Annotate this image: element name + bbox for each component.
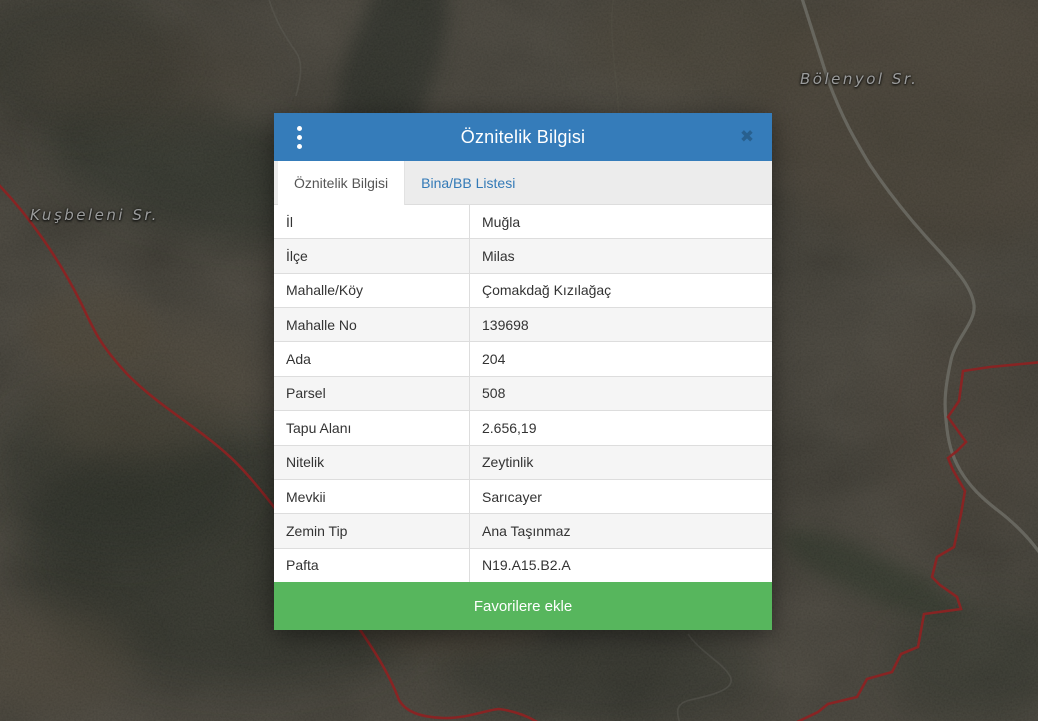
row-label: Ada — [274, 342, 470, 375]
row-value: Sarıcayer — [470, 489, 772, 505]
row-value: Ana Taşınmaz — [470, 523, 772, 539]
row-label: İl — [274, 205, 470, 238]
table-row-parsel: Parsel 508 — [274, 377, 772, 411]
road-label-bolenyol: Bölenyol Sr. — [800, 70, 918, 88]
modal-header: Öznitelik Bilgisi ✖ — [274, 113, 772, 161]
table-row-nitelik: Nitelik Zeytinlik — [274, 446, 772, 480]
row-value: N19.A15.B2.A — [470, 557, 772, 573]
app-stage: Bölenyol Sr. Kuşbeleni Sr. Öznitelik Bil… — [0, 0, 1038, 721]
row-label: İlçe — [274, 239, 470, 272]
table-row-mevkii: Mevkii Sarıcayer — [274, 480, 772, 514]
row-value: Milas — [470, 248, 772, 264]
kebab-menu-icon[interactable] — [286, 113, 312, 161]
row-value: Zeytinlik — [470, 454, 772, 470]
modal-title: Öznitelik Bilgisi — [461, 127, 585, 148]
add-to-favorites-button[interactable]: Favorilere ekle — [274, 582, 772, 630]
row-label: Parsel — [274, 377, 470, 410]
row-label: Pafta — [274, 549, 470, 582]
tab-bina-bb-listesi[interactable]: Bina/BB Listesi — [405, 161, 531, 204]
row-value: 508 — [470, 385, 772, 401]
table-row-tapu-alani: Tapu Alanı 2.656,19 — [274, 411, 772, 445]
road-label-kusbeleni: Kuşbeleni Sr. — [30, 206, 159, 224]
table-row-zemin-tip: Zemin Tip Ana Taşınmaz — [274, 514, 772, 548]
row-label: Mevkii — [274, 480, 470, 513]
table-row-pafta: Pafta N19.A15.B2.A — [274, 549, 772, 582]
table-row-mahalle-koy: Mahalle/Köy Çomakdağ Kızılağaç — [274, 274, 772, 308]
row-label: Tapu Alanı — [274, 411, 470, 444]
table-row-ilce: İlçe Milas — [274, 239, 772, 273]
close-icon[interactable]: ✖ — [734, 113, 760, 161]
table-row-ada: Ada 204 — [274, 342, 772, 376]
row-value: Çomakdağ Kızılağaç — [470, 282, 772, 298]
row-label: Nitelik — [274, 446, 470, 479]
row-value: 2.656,19 — [470, 420, 772, 436]
tab-oznitelik-bilgisi[interactable]: Öznitelik Bilgisi — [278, 161, 405, 205]
row-value: 139698 — [470, 317, 772, 333]
row-value: 204 — [470, 351, 772, 367]
row-value: Muğla — [470, 214, 772, 230]
tab-strip: Öznitelik Bilgisi Bina/BB Listesi — [274, 161, 772, 205]
attribute-info-modal: Öznitelik Bilgisi ✖ Öznitelik Bilgisi Bi… — [274, 113, 772, 630]
row-label: Mahalle/Köy — [274, 274, 470, 307]
table-row-il: İl Muğla — [274, 205, 772, 239]
table-row-mahalle-no: Mahalle No 139698 — [274, 308, 772, 342]
attribute-table: İl Muğla İlçe Milas Mahalle/Köy Çomakdağ… — [274, 205, 772, 582]
row-label: Mahalle No — [274, 308, 470, 341]
row-label: Zemin Tip — [274, 514, 470, 547]
